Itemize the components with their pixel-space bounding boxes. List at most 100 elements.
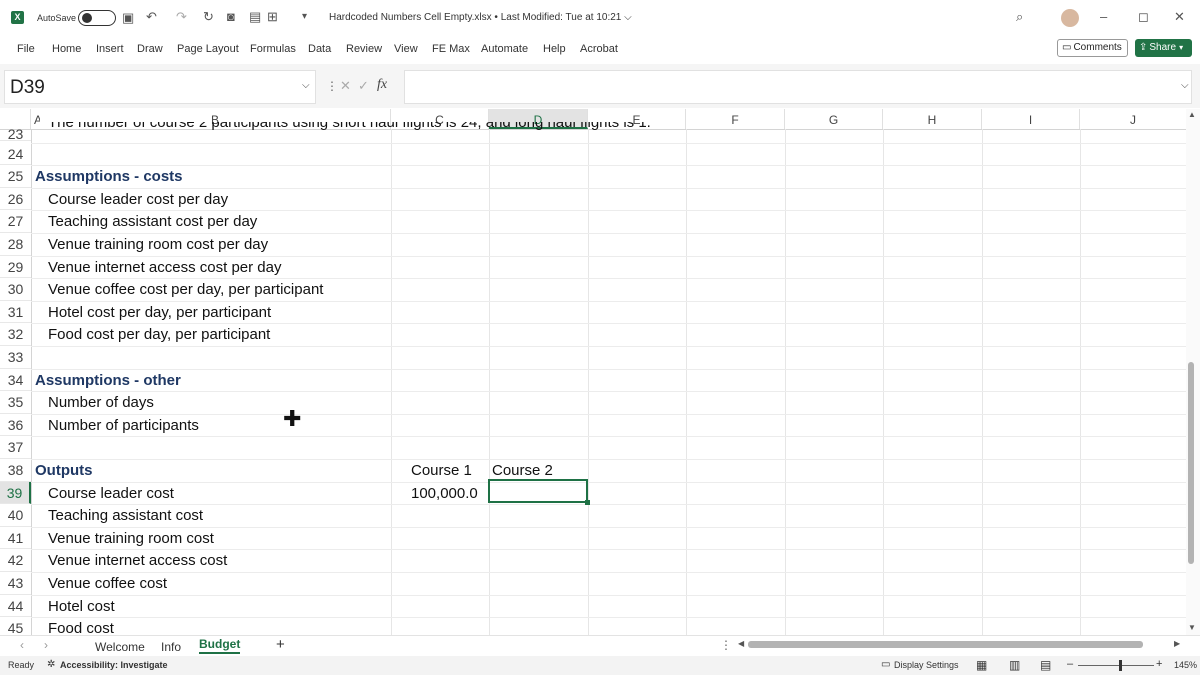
zoom-out-icon[interactable]: –: [1067, 658, 1073, 670]
redo-icon[interactable]: ↷: [176, 8, 187, 26]
row-header[interactable]: 36: [0, 414, 31, 437]
row-header[interactable]: 45: [0, 617, 31, 635]
row-header[interactable]: 38: [0, 459, 31, 482]
tab-review[interactable]: Review: [346, 43, 382, 55]
cell-b[interactable]: Hotel cost: [48, 598, 115, 615]
chevron-down-icon[interactable]: ⌵: [302, 80, 310, 91]
row-header[interactable]: 25: [0, 165, 31, 188]
document-title[interactable]: Hardcoded Numbers Cell Empty.xlsx • Last…: [329, 12, 632, 23]
cell-b[interactable]: Food cost: [48, 620, 114, 635]
share-button[interactable]: ⇪ Share ▾: [1135, 39, 1192, 57]
scroll-right-icon[interactable]: ▶: [1174, 639, 1180, 648]
row-header[interactable]: 44: [0, 595, 31, 618]
minimize-icon[interactable]: –: [1100, 8, 1107, 26]
accessibility-status[interactable]: Accessibility: Investigate: [60, 660, 168, 670]
row-header[interactable]: 32: [0, 323, 31, 346]
tab-formulas[interactable]: Formulas: [250, 43, 296, 55]
row-header[interactable]: 27: [0, 210, 31, 233]
tab-page-layout[interactable]: Page Layout: [177, 43, 239, 55]
row-header[interactable]: 40: [0, 504, 31, 527]
tab-help[interactable]: Help: [543, 43, 566, 55]
column-header-a[interactable]: A: [31, 109, 42, 129]
cell-d[interactable]: Course 2: [492, 462, 553, 479]
display-settings-button[interactable]: Display Settings: [894, 660, 959, 670]
camera-icon[interactable]: ◙: [227, 8, 235, 26]
cell-b[interactable]: Hotel cost per day, per participant: [48, 304, 271, 321]
row-header[interactable]: 23: [0, 129, 31, 141]
horizontal-scroll-thumb[interactable]: [748, 641, 1143, 648]
row-header[interactable]: 43: [0, 572, 31, 595]
selected-cell-d39[interactable]: [488, 479, 588, 503]
more-options-icon[interactable]: ⋮: [326, 79, 338, 93]
vertical-scroll-thumb[interactable]: [1188, 362, 1194, 564]
zoom-slider[interactable]: [1078, 665, 1154, 666]
add-sheet-icon[interactable]: +: [276, 636, 285, 653]
sheet-tab-budget[interactable]: Budget: [199, 637, 241, 654]
tab-fe-max[interactable]: FE Max: [432, 43, 470, 55]
cell-c[interactable]: Course 1: [411, 462, 472, 479]
form-icon[interactable]: ▤: [249, 8, 261, 26]
cell-a[interactable]: Assumptions - costs: [35, 168, 183, 185]
row-header[interactable]: 41: [0, 527, 31, 550]
next-sheet-icon[interactable]: ›: [44, 638, 48, 652]
expand-formula-icon[interactable]: ⌵: [1181, 80, 1189, 91]
cell-b[interactable]: Venue training room cost per day: [48, 236, 268, 253]
cell-b[interactable]: Number of participants: [48, 417, 199, 434]
tab-data[interactable]: Data: [308, 43, 331, 55]
sheet-tab-welcome[interactable]: Welcome: [95, 640, 145, 654]
cell-b[interactable]: Food cost per day, per participant: [48, 326, 270, 343]
save-icon[interactable]: ▣: [122, 9, 134, 27]
cell-b[interactable]: Teaching assistant cost: [48, 507, 203, 524]
cancel-icon[interactable]: ✕: [340, 78, 351, 94]
cell-b[interactable]: Course leader cost: [48, 485, 174, 502]
column-header-f[interactable]: F: [686, 109, 785, 129]
worksheet-grid[interactable]: A B C D E F G H I J 23 The number of cour…: [0, 109, 1186, 635]
cell-a[interactable]: Assumptions - other: [35, 372, 181, 389]
scroll-left-icon[interactable]: ◀: [738, 639, 744, 648]
prev-sheet-icon[interactable]: ‹: [20, 638, 24, 652]
normal-view-icon[interactable]: ▦: [976, 658, 987, 672]
avatar[interactable]: [1061, 9, 1079, 27]
table-icon[interactable]: ⊞: [267, 8, 278, 26]
tab-draw[interactable]: Draw: [137, 43, 163, 55]
scroll-up-icon[interactable]: ▲: [1188, 110, 1196, 119]
refresh-icon[interactable]: ↻: [203, 8, 214, 26]
customize-toolbar-icon[interactable]: ▾: [302, 8, 307, 26]
tab-acrobat[interactable]: Acrobat: [580, 43, 618, 55]
row-header[interactable]: 34: [0, 369, 31, 392]
cell-b[interactable]: Teaching assistant cost per day: [48, 213, 257, 230]
column-header-i[interactable]: I: [982, 109, 1080, 129]
row-header[interactable]: 33: [0, 346, 31, 369]
search-icon[interactable]: ⌕: [1016, 8, 1023, 26]
comments-button[interactable]: ▭ Comments: [1057, 39, 1128, 57]
sheet-tab-info[interactable]: Info: [161, 640, 181, 654]
enter-icon[interactable]: ✓: [358, 78, 369, 94]
row-header[interactable]: 42: [0, 549, 31, 572]
close-icon[interactable]: ✕: [1174, 8, 1185, 26]
row-header[interactable]: 28: [0, 233, 31, 256]
cell-b[interactable]: Number of days: [48, 394, 154, 411]
cell-b[interactable]: Venue training room cost: [48, 530, 214, 547]
cell-b[interactable]: Venue coffee cost per day, per participa…: [48, 281, 323, 298]
row-header[interactable]: 39: [0, 481, 31, 505]
tab-view[interactable]: View: [394, 43, 418, 55]
column-header-g[interactable]: G: [785, 109, 883, 129]
page-layout-view-icon[interactable]: ▥: [1009, 658, 1020, 672]
fill-handle[interactable]: [585, 500, 590, 505]
column-header-h[interactable]: H: [883, 109, 982, 129]
row-header[interactable]: 24: [0, 143, 31, 166]
column-header-j[interactable]: J: [1080, 109, 1186, 129]
name-box[interactable]: [4, 70, 316, 104]
more-options-icon[interactable]: ⋮: [720, 638, 732, 652]
page-break-view-icon[interactable]: ▤: [1040, 658, 1051, 672]
select-all-corner[interactable]: [0, 109, 31, 129]
zoom-slider-thumb[interactable]: [1119, 660, 1122, 671]
row-header[interactable]: 37: [0, 436, 31, 459]
cell-b[interactable]: The number of course 2 participants usin…: [48, 122, 651, 132]
zoom-level[interactable]: 145%: [1174, 660, 1197, 670]
tab-home[interactable]: Home: [52, 43, 81, 55]
row-header[interactable]: 29: [0, 256, 31, 279]
cell-b[interactable]: Venue internet access cost per day: [48, 259, 281, 276]
scroll-down-icon[interactable]: ▼: [1188, 623, 1196, 632]
formula-input[interactable]: [404, 70, 1192, 104]
